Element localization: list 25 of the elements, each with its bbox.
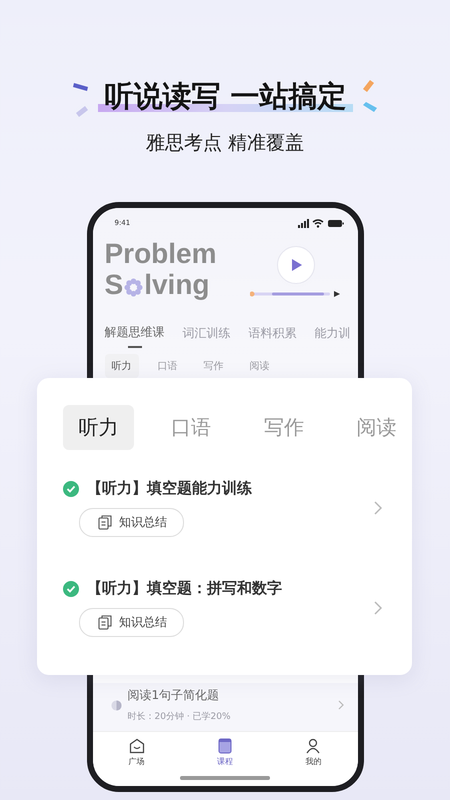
summary-button[interactable]: 知识总结 <box>79 508 184 537</box>
summary-button[interactable]: 知识总结 <box>79 608 184 637</box>
lesson-title: 阅读1句子简化题 <box>128 687 220 704</box>
hero-title: S <box>104 269 124 300</box>
nav-tab[interactable]: 课程 <box>216 738 233 774</box>
subheadline: 雅思考点 精准覆盖 <box>146 131 304 155</box>
nav-tab[interactable]: 我的 <box>305 738 322 774</box>
subject-tab[interactable]: 写作 <box>248 405 320 450</box>
lesson-meta: 时长：20分钟 · 已学20% <box>128 710 232 723</box>
lesson-title: 【听力】填空题能力训练 <box>87 479 252 498</box>
subject-tab[interactable]: 听力 <box>104 354 138 378</box>
hero-title: Problem <box>104 238 217 269</box>
subject-tab[interactable]: 口语 <box>156 405 226 450</box>
subject-tab[interactable]: 写作 <box>196 354 230 378</box>
headline: 听说读写 一站搞定 <box>104 78 347 114</box>
hero-title: lving <box>144 269 210 300</box>
nav-tab[interactable]: 广场 <box>128 738 145 774</box>
subject-tab[interactable]: 口语 <box>150 354 184 378</box>
subject-tab[interactable]: 阅读 <box>242 354 276 378</box>
course-tab[interactable]: 词汇训练 <box>182 322 230 350</box>
lesson-title: 【听力】填空题：拼写和数字 <box>87 579 282 598</box>
course-tab[interactable]: 能力训 <box>314 322 350 350</box>
course-tab[interactable]: 语料积累 <box>248 322 296 350</box>
subject-tab[interactable]: 阅读 <box>341 405 412 450</box>
subject-tab[interactable]: 听力 <box>63 405 134 450</box>
